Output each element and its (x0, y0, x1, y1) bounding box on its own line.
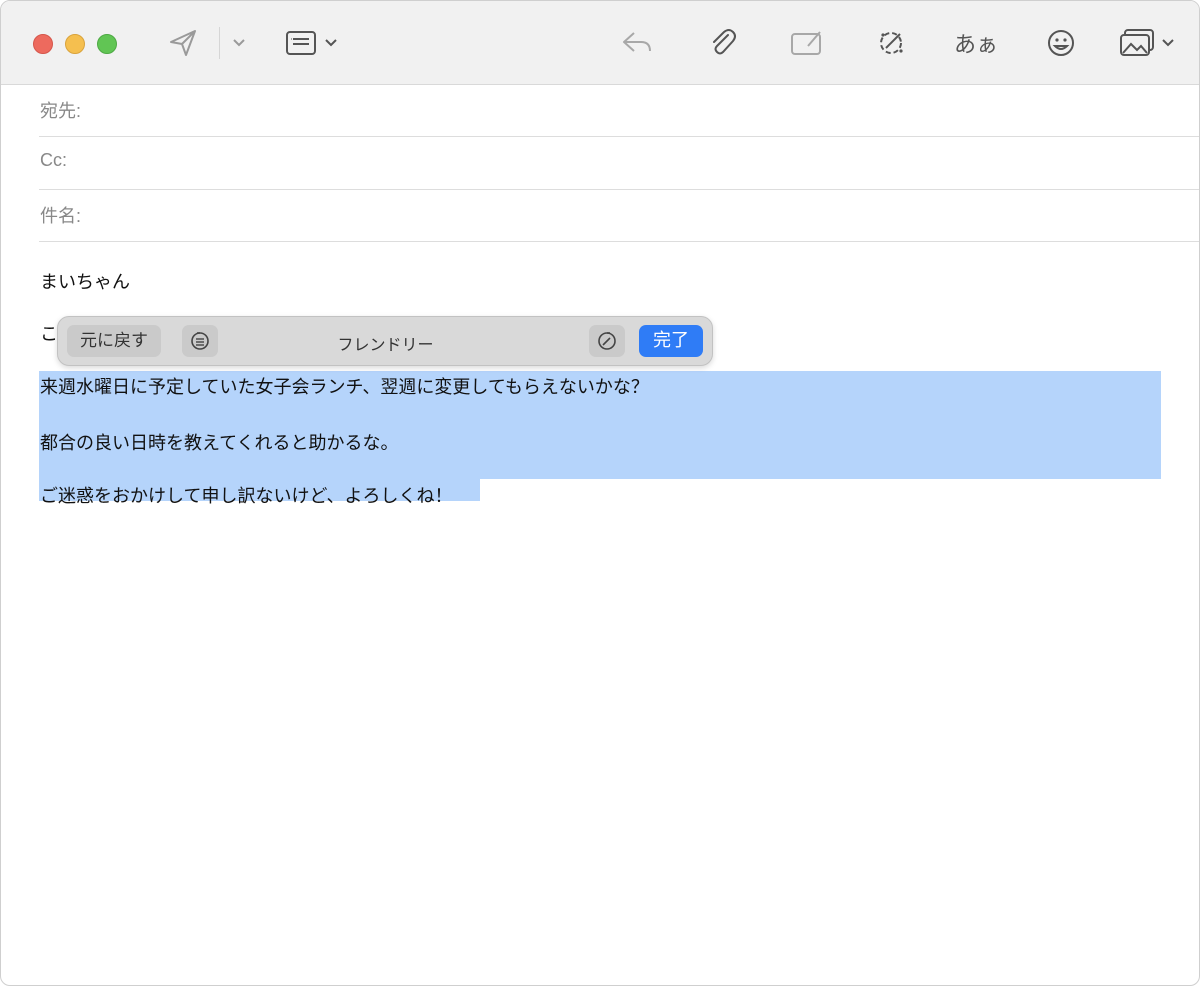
previous-version-button[interactable] (182, 325, 218, 357)
zoom-window-button[interactable] (97, 34, 117, 54)
subject-label: 件名: (40, 206, 82, 226)
markup-icon[interactable] (789, 27, 825, 59)
rewind-icon (191, 332, 209, 350)
done-button[interactable]: 完了 (639, 325, 703, 357)
writing-tools-title: フレンドリー (337, 335, 434, 354)
to-label: 宛先: (40, 101, 82, 121)
photo-browser-chevron-down-icon[interactable] (1158, 33, 1178, 53)
paperclip-icon[interactable] (705, 25, 741, 61)
rewrite-icon (598, 332, 616, 350)
close-window-button[interactable] (33, 34, 53, 54)
emoji-icon[interactable] (1043, 25, 1079, 61)
body-line-3: 来週水曜日に予定していた女子会ランチ、翌週に変更してもらえないかな？ (40, 377, 649, 398)
to-field[interactable]: 宛先: (39, 84, 1199, 137)
header-fields-icon[interactable] (283, 28, 319, 58)
revert-button[interactable]: 元に戻す (67, 325, 161, 357)
body-greeting: まいちゃん (40, 272, 130, 293)
toolbar-separator (219, 27, 220, 59)
header-fields-chevron-down-icon[interactable] (321, 33, 341, 53)
cc-label: Cc: (40, 150, 67, 170)
send-options-chevron-down-icon[interactable] (229, 33, 249, 53)
subject-field[interactable]: 件名: (39, 189, 1199, 242)
writing-tools-icon[interactable] (873, 25, 909, 61)
body-line-5: ご迷惑をおかけして申し訳ないけど、よろしくね！ (40, 486, 453, 507)
photo-browser-icon[interactable] (1117, 25, 1157, 61)
compose-window: あぁ 宛先: Cc: 件名: まいちゃん こ 来週水曜日に予定していた女子会ラン… (0, 0, 1200, 986)
reply-icon[interactable] (619, 27, 655, 59)
font-button[interactable]: あぁ (951, 26, 1001, 60)
minimize-window-button[interactable] (65, 34, 85, 54)
toolbar: あぁ (1, 1, 1199, 85)
writing-tools-bar: 元に戻す フレンドリー 完了 (57, 316, 713, 366)
cc-field[interactable]: Cc: (39, 137, 1199, 190)
body-line-2-partial: こ (40, 324, 58, 345)
send-icon[interactable] (165, 25, 201, 61)
font-button-label: あぁ (953, 33, 998, 58)
body-line-4: 都合の良い日時を教えてくれると助かるな。 (40, 433, 399, 454)
rewrite-again-button[interactable] (589, 325, 625, 357)
